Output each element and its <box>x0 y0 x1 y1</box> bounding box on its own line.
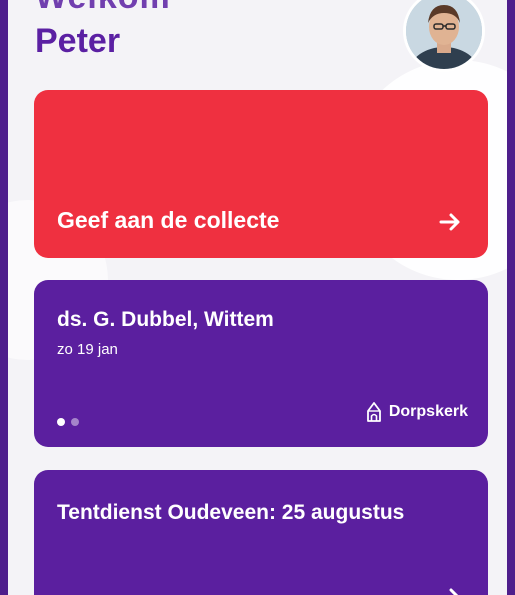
arrow-right-icon <box>449 588 459 595</box>
app-screen: Welkom Peter Geef aan de collecte ds. G.… <box>8 0 507 595</box>
avatar-photo <box>406 0 482 69</box>
device-frame-right <box>507 0 515 595</box>
carousel-dot[interactable] <box>71 418 79 426</box>
church-name: Dorpskerk <box>388 403 468 420</box>
arrow-right-icon <box>439 213 460 231</box>
tent-service-card[interactable]: Tentdienst Oudeveen: 25 augustus <box>34 470 488 595</box>
service-card[interactable]: ds. G. Dubbel, Wittem zo 19 jan Dorpsker… <box>34 280 488 447</box>
user-name: Peter <box>35 22 121 60</box>
tent-service-title: Tentdienst Oudeveen: 25 augustus <box>57 501 405 524</box>
church-icon <box>366 402 381 422</box>
service-title: ds. G. Dubbel, Wittem <box>57 308 274 331</box>
carousel-dot-active[interactable] <box>57 418 65 426</box>
church-badge: Dorpskerk <box>365 402 468 422</box>
carousel-indicator[interactable] <box>57 418 79 426</box>
device-frame-left <box>0 0 8 595</box>
collect-card-label: Geef aan de collecte <box>57 207 280 233</box>
service-date: zo 19 jan <box>57 341 118 358</box>
collect-card[interactable]: Geef aan de collecte <box>34 90 488 258</box>
greeting-text: Welkom <box>35 0 171 17</box>
